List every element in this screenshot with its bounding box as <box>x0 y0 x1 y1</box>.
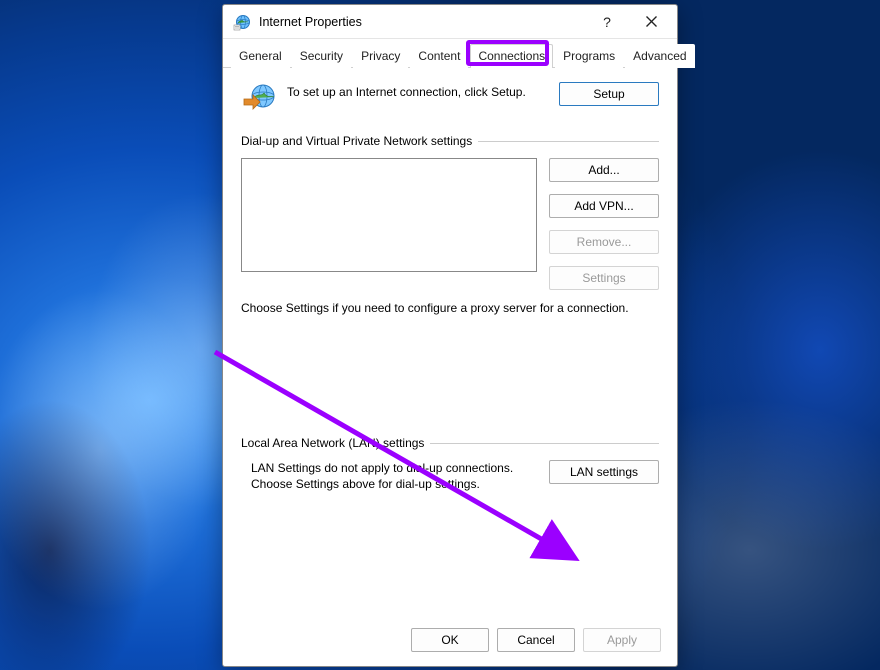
help-button[interactable]: ? <box>585 7 629 37</box>
tab-strip: General Security Privacy Content Connect… <box>223 39 677 68</box>
lan-group: Local Area Network (LAN) settings LAN Se… <box>241 436 659 492</box>
lan-legend: Local Area Network (LAN) settings <box>241 436 430 450</box>
add-button[interactable]: Add... <box>549 158 659 182</box>
tab-connections[interactable]: Connections <box>470 44 553 68</box>
tab-advanced[interactable]: Advanced <box>625 44 694 68</box>
dialog-footer: OK Cancel Apply <box>223 618 677 666</box>
cancel-button[interactable]: Cancel <box>497 628 575 652</box>
tab-programs[interactable]: Programs <box>555 44 623 68</box>
tab-content[interactable]: Content <box>410 44 468 68</box>
dialup-hint: Choose Settings if you need to configure… <box>241 300 659 316</box>
setup-text: To set up an Internet connection, click … <box>287 82 549 100</box>
internet-options-icon <box>233 13 251 31</box>
add-vpn-button[interactable]: Add VPN... <box>549 194 659 218</box>
dialup-settings-button: Settings <box>549 266 659 290</box>
lan-settings-button[interactable]: LAN settings <box>549 460 659 484</box>
apply-button: Apply <box>583 628 661 652</box>
close-icon <box>646 16 657 27</box>
ok-button[interactable]: OK <box>411 628 489 652</box>
tab-security[interactable]: Security <box>292 44 351 68</box>
dialup-group: Dial-up and Virtual Private Network sett… <box>241 134 659 316</box>
dialup-legend: Dial-up and Virtual Private Network sett… <box>241 134 478 148</box>
setup-button[interactable]: Setup <box>559 82 659 106</box>
tab-general[interactable]: General <box>231 44 290 68</box>
tab-content-connections: To set up an Internet connection, click … <box>223 68 677 618</box>
internet-properties-dialog: Internet Properties ? General Security P… <box>222 4 678 667</box>
window-title: Internet Properties <box>259 15 585 29</box>
close-button[interactable] <box>629 7 673 37</box>
tab-privacy[interactable]: Privacy <box>353 44 408 68</box>
dialup-listbox[interactable] <box>241 158 537 272</box>
globe-arrow-icon <box>243 82 277 116</box>
titlebar: Internet Properties ? <box>223 5 677 39</box>
lan-text: LAN Settings do not apply to dial-up con… <box>241 460 537 492</box>
remove-button: Remove... <box>549 230 659 254</box>
